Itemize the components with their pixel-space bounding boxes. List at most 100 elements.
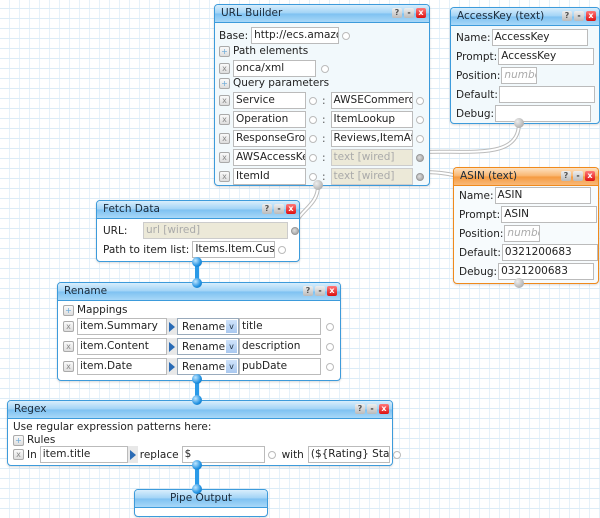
- minimize-icon[interactable]: -: [574, 11, 584, 21]
- close-icon[interactable]: x: [416, 8, 426, 18]
- remove-icon[interactable]: x: [63, 361, 74, 372]
- debug-input[interactable]: 0321200683: [498, 263, 595, 280]
- wired-terminal-icon[interactable]: [415, 172, 424, 181]
- query-key-input[interactable]: AWSAccessKe: [233, 149, 306, 166]
- position-input[interactable]: numbe.: [501, 67, 538, 84]
- help-icon[interactable]: ?: [392, 8, 402, 18]
- close-icon[interactable]: x: [286, 204, 296, 214]
- query-value-input[interactable]: AWSECommerce: [330, 92, 413, 109]
- pipe-output-titlebar[interactable]: Pipe Output: [135, 490, 267, 508]
- fetch-data-titlebar[interactable]: Fetch Data ? - x: [97, 201, 299, 219]
- terminal-icon[interactable]: [415, 96, 424, 105]
- terminal-icon[interactable]: [415, 134, 424, 143]
- add-mapping-icon[interactable]: +: [63, 304, 74, 316]
- minimize-icon[interactable]: -: [404, 8, 414, 18]
- default-input[interactable]: 0321200683: [501, 244, 598, 261]
- debug-input[interactable]: [495, 105, 592, 122]
- field-selector-arrow-icon[interactable]: [127, 446, 138, 463]
- help-icon[interactable]: ?: [355, 404, 365, 414]
- replacement-input[interactable]: (${Rating} Stars): [307, 446, 390, 463]
- mapping-op-select[interactable]: Rename v: [177, 358, 239, 375]
- mapping-target-input[interactable]: pubDate: [239, 358, 321, 375]
- fetch-data-output-port[interactable]: [192, 257, 202, 267]
- url-builder-output-port[interactable]: [313, 180, 323, 190]
- pipe-output-input-port[interactable]: [192, 484, 202, 494]
- position-input[interactable]: numbe.: [504, 225, 541, 242]
- regex-input-port[interactable]: [192, 395, 202, 405]
- terminal-icon[interactable]: [326, 342, 334, 351]
- close-icon[interactable]: x: [327, 286, 337, 296]
- prompt-input[interactable]: AccessKey: [498, 48, 595, 65]
- mapping-op-select[interactable]: Rename v: [177, 338, 239, 355]
- mapping-target-input[interactable]: description: [239, 338, 321, 355]
- asin-titlebar[interactable]: ASIN (text) ? - x: [454, 168, 598, 186]
- add-path-icon[interactable]: +: [219, 45, 230, 57]
- remove-icon[interactable]: x: [63, 321, 74, 332]
- help-icon[interactable]: ?: [262, 204, 272, 214]
- minimize-icon[interactable]: -: [573, 171, 583, 181]
- mapping-op-select[interactable]: Rename v: [177, 318, 239, 335]
- terminal-icon[interactable]: [392, 450, 401, 459]
- asin-output-port[interactable]: [514, 278, 524, 288]
- remove-icon[interactable]: x: [13, 449, 24, 460]
- terminal-icon[interactable]: [267, 450, 276, 459]
- wired-terminal-icon[interactable]: [291, 226, 299, 235]
- terminal-icon[interactable]: [415, 115, 424, 124]
- query-key-input[interactable]: ResponseGroup: [233, 130, 306, 147]
- close-icon[interactable]: x: [379, 404, 389, 414]
- terminal-icon[interactable]: [321, 64, 329, 73]
- remove-icon[interactable]: x: [219, 171, 230, 182]
- regex-output-port[interactable]: [192, 460, 202, 470]
- path-input[interactable]: Items.Item.Custor: [192, 241, 276, 258]
- name-input[interactable]: AccessKey: [491, 29, 588, 46]
- help-icon[interactable]: ?: [562, 11, 572, 21]
- query-key-input[interactable]: ItemId: [233, 168, 306, 185]
- minimize-icon[interactable]: -: [367, 404, 377, 414]
- field-selector-arrow-icon[interactable]: [167, 358, 177, 375]
- query-value-input[interactable]: Reviews,ItemAttrib: [330, 130, 413, 147]
- path-element-input[interactable]: onca/xml: [233, 60, 316, 77]
- add-rule-icon[interactable]: +: [13, 434, 24, 446]
- close-icon[interactable]: x: [585, 171, 595, 181]
- close-icon[interactable]: x: [586, 11, 596, 21]
- mapping-target-input[interactable]: title: [239, 318, 321, 335]
- minimize-icon[interactable]: -: [315, 286, 325, 296]
- terminal-icon[interactable]: [309, 115, 317, 124]
- default-input[interactable]: [498, 86, 595, 103]
- accesskey-output-port[interactable]: [514, 118, 524, 128]
- terminal-icon[interactable]: [342, 31, 351, 40]
- add-query-icon[interactable]: +: [219, 77, 230, 89]
- remove-icon[interactable]: x: [219, 133, 230, 144]
- wired-terminal-icon[interactable]: [415, 153, 424, 162]
- terminal-icon[interactable]: [309, 134, 317, 143]
- rule-field-input[interactable]: item.title: [39, 446, 128, 463]
- remove-icon[interactable]: x: [219, 152, 230, 163]
- query-value-input[interactable]: ItemLookup: [330, 111, 413, 128]
- rename-output-port[interactable]: [192, 374, 202, 384]
- terminal-icon[interactable]: [326, 362, 334, 371]
- terminal-icon[interactable]: [278, 245, 287, 254]
- field-selector-arrow-icon[interactable]: [167, 318, 177, 335]
- help-icon[interactable]: ?: [303, 286, 313, 296]
- name-input[interactable]: ASIN: [494, 187, 591, 204]
- help-icon[interactable]: ?: [561, 171, 571, 181]
- terminal-icon[interactable]: [326, 322, 334, 331]
- field-selector-arrow-icon[interactable]: [167, 338, 177, 355]
- rename-input-port[interactable]: [192, 278, 202, 288]
- mapping-field-input[interactable]: item.Content: [77, 338, 167, 355]
- terminal-icon[interactable]: [309, 153, 317, 162]
- query-key-input[interactable]: Service: [233, 92, 306, 109]
- remove-icon[interactable]: x: [63, 341, 74, 352]
- accesskey-titlebar[interactable]: AccessKey (text) ? - x: [451, 8, 599, 26]
- remove-icon[interactable]: x: [219, 63, 230, 74]
- url-builder-titlebar[interactable]: URL Builder ? - x: [215, 5, 429, 23]
- query-key-input[interactable]: Operation: [233, 111, 306, 128]
- base-url-input[interactable]: http://ecs.amazon: [251, 27, 340, 44]
- mapping-field-input[interactable]: item.Date: [77, 358, 167, 375]
- remove-icon[interactable]: x: [219, 114, 230, 125]
- prompt-input[interactable]: ASIN: [501, 206, 598, 223]
- remove-icon[interactable]: x: [219, 95, 230, 106]
- minimize-icon[interactable]: -: [274, 204, 284, 214]
- mapping-field-input[interactable]: item.Summary: [77, 318, 167, 335]
- terminal-icon[interactable]: [309, 96, 317, 105]
